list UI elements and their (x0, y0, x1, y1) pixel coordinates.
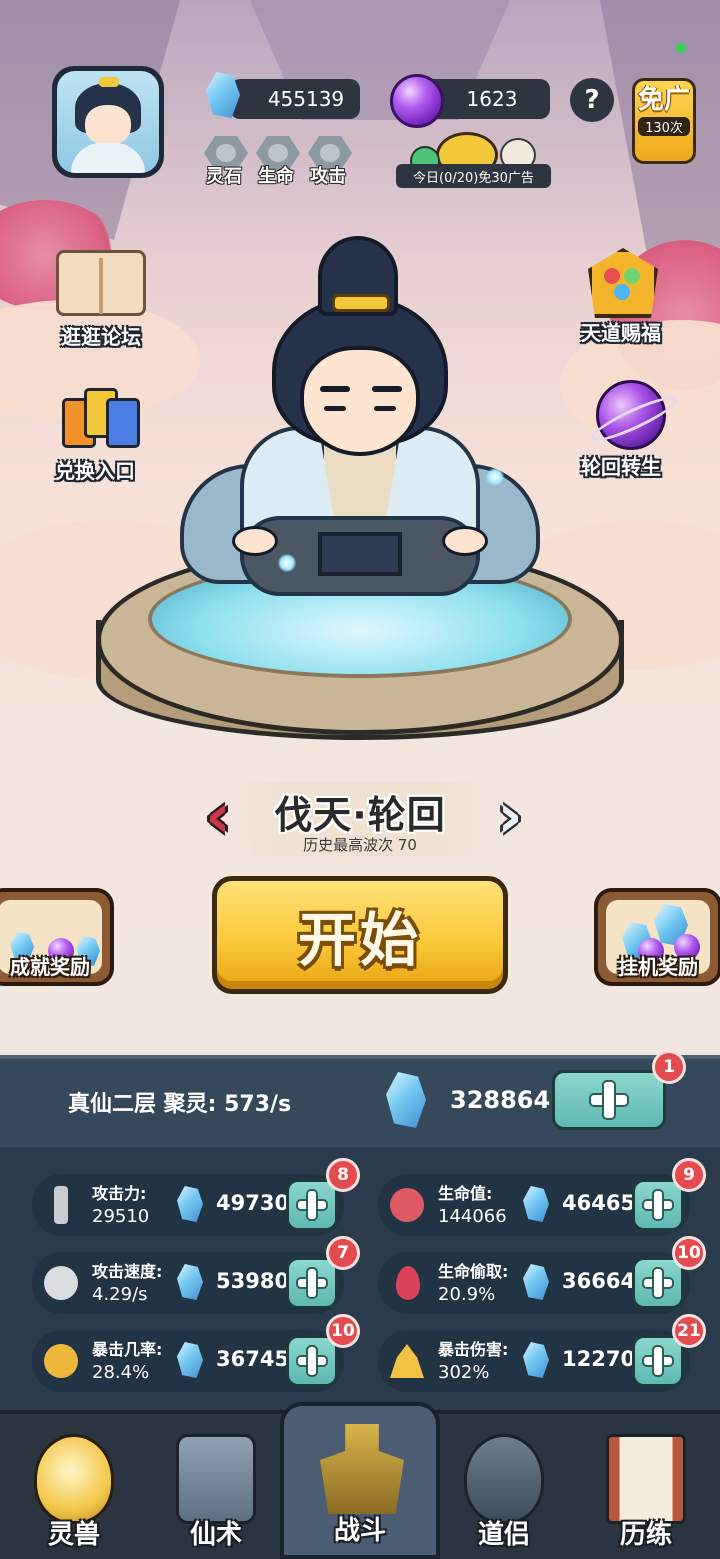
player-avatar[interactable] (52, 66, 164, 178)
tab-battle[interactable]: 战斗 (280, 1402, 440, 1559)
spirit-stone-icon (177, 1264, 203, 1300)
lightning-scroll-icon (176, 1434, 256, 1524)
stat-value: 4.29/s (92, 1284, 148, 1305)
spirit-stone-icon (523, 1264, 549, 1300)
heart-icon (390, 1188, 424, 1222)
redeem-label: 兑换入口 (55, 459, 135, 483)
stat-name: 攻击力: (92, 1184, 147, 1203)
forum-label: 逛逛论坛 (61, 325, 141, 349)
stat-lifesteal-card: 生命偷取: 20.9% 36664 (378, 1252, 690, 1314)
stat-name: 攻击速度: (92, 1262, 163, 1281)
forum-button[interactable]: 逛逛论坛 (46, 250, 156, 350)
blood-drop-icon (396, 1266, 420, 1300)
purple-gem-value: 1623 (466, 87, 518, 111)
buff-slots: 灵石 生命 攻击 (200, 136, 360, 190)
slot-label: 灵石 (206, 166, 242, 187)
tab-label: 仙术 (189, 1520, 242, 1550)
tab-training[interactable]: 历练 (578, 1420, 714, 1559)
notification-badge: 10 (326, 1314, 360, 1348)
spirit-stone-icon (177, 1186, 203, 1222)
stat-cost: 46465 (562, 1191, 636, 1215)
notification-badge: 9 (672, 1158, 706, 1192)
spirit-stone-icon (177, 1342, 203, 1378)
notification-badge: 21 (672, 1314, 706, 1348)
notification-badge: 8 (326, 1158, 360, 1192)
status-dot (676, 43, 686, 53)
ad-free-count: 130次 (638, 117, 690, 136)
flame-icon (390, 1344, 424, 1378)
realm-stone-value: 328864 (450, 1086, 551, 1114)
idle-reward-button[interactable]: 挂机奖励 (594, 888, 720, 986)
tab-label: 历练 (619, 1520, 672, 1550)
redeem-button[interactable]: 兑换入口 (40, 384, 150, 484)
egg-icon (34, 1434, 114, 1524)
sword-icon (54, 1186, 68, 1224)
achievement-label: 成就奖励 (10, 955, 90, 979)
tab-label: 灵兽 (47, 1520, 100, 1550)
stat-cost: 53980 (216, 1269, 290, 1293)
stat-name: 生命值: (438, 1184, 493, 1203)
stat-cost: 36664 (562, 1269, 636, 1293)
stat-hp-card: 生命值: 144066 46465 (378, 1174, 690, 1236)
map-book-icon (56, 250, 146, 316)
start-button[interactable]: 开始 (212, 876, 508, 994)
purple-gem-icon (390, 74, 444, 128)
spirit-stone-value: 455139 (267, 87, 345, 111)
stat-value: 20.9% (438, 1284, 496, 1305)
gate-tower-icon (320, 1424, 404, 1514)
stat-value: 144066 (438, 1206, 507, 1227)
rebirth-orb-icon (596, 380, 666, 450)
spirit-stone-icon (523, 1342, 549, 1378)
stat-attack-speed-card: 攻击速度: 4.29/s 53980 (32, 1252, 344, 1314)
ad-free-button[interactable]: 免广 130次 (632, 78, 696, 164)
achievement-reward-button[interactable]: 成就奖励 (0, 888, 114, 986)
blessing-button[interactable]: 天道赐福 (566, 246, 676, 346)
tab-magic[interactable]: 仙术 (148, 1420, 284, 1559)
start-label: 开始 (297, 906, 422, 974)
daily-ad-note: 今日(0/20)免30广告 (396, 164, 551, 188)
stat-value: 302% (438, 1362, 490, 1383)
blessing-label: 天道赐福 (581, 321, 661, 345)
ad-free-label: 免广 (637, 85, 690, 115)
prev-stage-arrow[interactable]: ‹ (200, 785, 236, 850)
tab-spirit-beast[interactable]: 灵兽 (6, 1420, 142, 1559)
gourd-icon (464, 1434, 544, 1524)
slot-label: 生命 (258, 166, 294, 187)
scroll-icon (606, 1434, 686, 1524)
tab-label: 战斗 (333, 1516, 386, 1546)
slot-label: 攻击 (310, 166, 346, 187)
stage-title-plate: 伐天·轮回 历史最高波次 70 (232, 782, 488, 856)
idle-reward-label: 挂机奖励 (618, 955, 698, 979)
stage-record: 历史最高波次 70 (303, 836, 417, 854)
feather-icon (44, 1344, 78, 1378)
stat-crit-rate-card: 暴击几率: 28.4% 36745 (32, 1330, 344, 1392)
realm-status: 真仙二层 聚灵: 573/s (68, 1092, 292, 1117)
notification-badge: 7 (326, 1236, 360, 1270)
notification-badge: 10 (672, 1236, 706, 1270)
hero-character (180, 236, 540, 606)
tab-companion[interactable]: 道侣 (436, 1420, 572, 1559)
rebirth-label: 轮回转生 (581, 455, 661, 479)
stage-title: 伐天·轮回 (274, 793, 446, 837)
stat-value: 28.4% (92, 1362, 150, 1383)
stat-attack-card: 攻击力: 29510 49730 (32, 1174, 344, 1236)
wings-icon (44, 1266, 78, 1300)
help-button[interactable]: ? (570, 78, 614, 122)
notification-badge: 1 (652, 1050, 686, 1084)
stat-crit-damage-card: 暴击伤害: 302% 12270 (378, 1330, 690, 1392)
stat-name: 暴击几率: (92, 1340, 163, 1359)
stat-cost: 12270 (562, 1347, 636, 1371)
stat-value: 29510 (92, 1206, 150, 1227)
stat-name: 生命偷取: (438, 1262, 509, 1281)
spirit-stone-icon (523, 1186, 549, 1222)
stat-name: 暴击伤害: (438, 1340, 509, 1359)
stat-cost: 49730 (216, 1191, 290, 1215)
next-stage-arrow[interactable]: › (492, 785, 528, 850)
spirit-stone-counter: 455139 (230, 79, 360, 119)
tab-label: 道侣 (477, 1520, 530, 1550)
stat-cost: 36745 (216, 1347, 290, 1371)
redeem-cards-icon (54, 384, 140, 454)
realm-upgrade-button[interactable] (552, 1070, 666, 1130)
rebirth-button[interactable]: 轮回转生 (566, 380, 676, 480)
